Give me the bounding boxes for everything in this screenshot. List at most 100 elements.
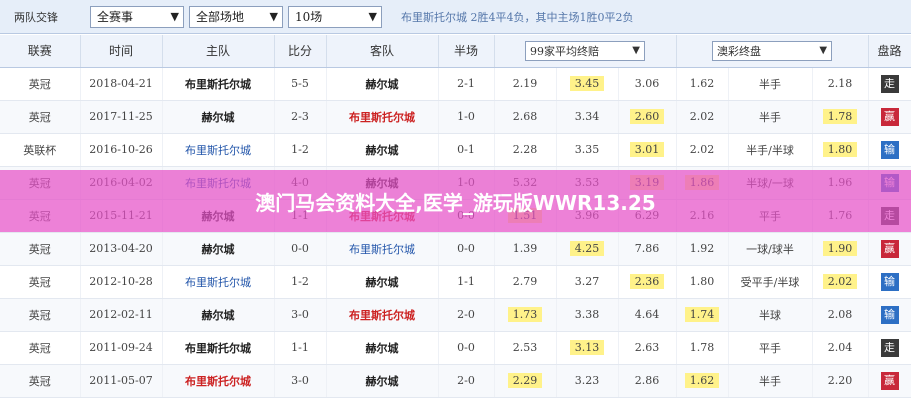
score-cell: 0-0 (274, 232, 327, 266)
half-score-cell-text: 0-0 (457, 242, 475, 255)
draw-odds-cell-text: 3.38 (574, 308, 600, 321)
odds-select[interactable]: 99家平均终赔 ▼ (525, 40, 645, 61)
home-team-cell-text: 布里斯托尔城 (185, 143, 251, 157)
draw-odds-cell: 3.27 (556, 265, 619, 299)
date-cell-text: 2018-04-21 (89, 77, 153, 90)
draw-odds-cell-text: 3.35 (574, 143, 600, 156)
match-count-select[interactable]: 10场 ▼ (288, 5, 382, 28)
date-cell-text: 2012-02-11 (89, 308, 153, 321)
away-team-cell[interactable]: 赫尔城 (326, 133, 439, 167)
handicap-line-cell: 半球 (728, 298, 813, 332)
away-team-cell-text: 赫尔城 (365, 77, 399, 91)
league-cell: 英冠 (0, 232, 81, 266)
away-team-cell[interactable]: 赫尔城 (326, 265, 439, 299)
half-score-cell-text: 1-1 (457, 275, 475, 288)
result-badge: 走 (880, 338, 899, 357)
home-odds-cell-text: 2.19 (512, 77, 538, 90)
table-row: 英冠 2017-11-25 赫尔城 2-3 布里斯托尔城 1-0 2.68 3.34 2.60 2… (0, 100, 911, 134)
home-team-cell[interactable]: 布里斯托尔城 (162, 67, 275, 101)
handicap-away-cell-text: 2.20 (827, 374, 853, 387)
handicap-away-cell: 2.02 (812, 265, 869, 299)
home-team-cell[interactable]: 布里斯托尔城 (162, 133, 275, 167)
date-cell-text: 2016-10-26 (89, 143, 153, 156)
away-odds-cell: 2.63 (618, 331, 677, 365)
away-odds-cell-text: 2.60 (629, 109, 665, 124)
league-cell: 英冠 (0, 364, 81, 398)
handicap-home-cell-text: 2.02 (689, 143, 715, 156)
table-row: 英冠 2011-09-24 布里斯托尔城 1-1 赫尔城 0-0 2.53 3.13 2.63 1… (0, 331, 911, 365)
home-team-cell-text: 赫尔城 (201, 308, 235, 322)
away-team-cell[interactable]: 赫尔城 (326, 331, 439, 365)
draw-odds-cell: 3.38 (556, 298, 619, 332)
date-cell-text: 2011-09-24 (89, 341, 153, 354)
score-cell: 3-0 (274, 364, 327, 398)
home-team-cell-text: 赫尔城 (201, 110, 235, 124)
handicap-line-cell: 半手 (728, 67, 813, 101)
date-cell: 2011-09-24 (80, 331, 163, 365)
home-team-cell[interactable]: 布里斯托尔城 (162, 331, 275, 365)
handicap-away-cell-text: 2.08 (827, 308, 853, 321)
chevron-down-icon: ▼ (368, 10, 377, 23)
away-team-cell[interactable]: 布里斯托尔城 (326, 232, 439, 266)
away-team-cell[interactable]: 赫尔城 (326, 364, 439, 398)
home-odds-cell-text: 1.73 (507, 307, 543, 322)
result-cell: 赢 (868, 232, 911, 266)
handicap-select[interactable]: 澳彩终盘 ▼ (712, 40, 833, 61)
away-team-cell[interactable]: 布里斯托尔城 (326, 298, 439, 332)
home-team-cell[interactable]: 赫尔城 (162, 100, 275, 134)
draw-odds-cell-text: 3.45 (569, 76, 605, 91)
away-team-cell-text: 布里斯托尔城 (349, 242, 415, 256)
handicap-away-cell-text: 2.18 (827, 77, 853, 90)
half-score-cell-text: 2-0 (457, 374, 475, 387)
col-score: 比分 (274, 35, 327, 68)
col-handicap: 澳彩终盘 ▼ (676, 35, 869, 68)
home-team-cell-text: 布里斯托尔城 (185, 275, 251, 289)
handicap-home-cell-text: 1.62 (689, 77, 715, 90)
handicap-line-cell: 半手/半球 (728, 133, 813, 167)
league-cell: 英冠 (0, 265, 81, 299)
score-cell-text: 3-0 (291, 374, 309, 387)
league-cell-text: 英冠 (28, 242, 51, 256)
away-team-cell-text: 布里斯托尔城 (349, 308, 415, 322)
handicap-line-cell-text: 半手 (759, 374, 782, 388)
away-team-cell[interactable]: 赫尔城 (326, 67, 439, 101)
date-cell: 2013-04-20 (80, 232, 163, 266)
home-team-cell-text: 布里斯托尔城 (185, 341, 251, 355)
competition-select[interactable]: 全赛事 ▼ (90, 5, 184, 28)
half-score-cell: 0-0 (438, 331, 495, 365)
away-odds-cell-text: 4.64 (634, 308, 660, 321)
draw-odds-cell: 3.13 (556, 331, 619, 365)
venue-select[interactable]: 全部场地 ▼ (189, 5, 283, 28)
away-team-cell-text: 赫尔城 (365, 374, 399, 388)
away-odds-cell: 7.86 (618, 232, 677, 266)
handicap-line-cell: 平手 (728, 331, 813, 365)
handicap-home-cell-text: 1.62 (684, 373, 720, 388)
handicap-line-cell-text: 半手 (759, 110, 782, 124)
half-score-cell: 2-0 (438, 298, 495, 332)
home-team-cell[interactable]: 布里斯托尔城 (162, 265, 275, 299)
handicap-line-cell-text: 半手/半球 (746, 143, 794, 157)
home-team-cell[interactable]: 赫尔城 (162, 298, 275, 332)
league-cell-text: 英冠 (28, 77, 51, 91)
away-team-cell-text: 赫尔城 (365, 143, 399, 157)
league-cell-text: 英冠 (28, 341, 51, 355)
league-cell: 英冠 (0, 331, 81, 365)
draw-odds-cell-text: 3.13 (569, 340, 605, 355)
home-team-cell[interactable]: 赫尔城 (162, 232, 275, 266)
home-odds-cell-text: 2.29 (507, 373, 543, 388)
league-cell-text: 英联杯 (23, 143, 57, 157)
home-odds-cell: 2.68 (494, 100, 557, 134)
away-odds-cell: 2.60 (618, 100, 677, 134)
home-team-cell[interactable]: 布里斯托尔城 (162, 364, 275, 398)
score-cell-text: 1-1 (291, 341, 309, 354)
result-badge: 赢 (880, 371, 899, 390)
half-score-cell-text: 2-1 (457, 77, 475, 90)
result-cell: 赢 (868, 364, 911, 398)
away-team-cell[interactable]: 布里斯托尔城 (326, 100, 439, 134)
table-row: 英冠 2018-04-21 布里斯托尔城 5-5 赫尔城 2-1 2.19 3.45 3.06 1… (0, 67, 911, 101)
draw-odds-cell-text: 3.27 (574, 275, 600, 288)
score-cell-text: 1-2 (291, 143, 309, 156)
away-odds-cell-text: 7.86 (634, 242, 660, 255)
league-cell-text: 英冠 (28, 374, 51, 388)
result-cell: 输 (868, 298, 911, 332)
